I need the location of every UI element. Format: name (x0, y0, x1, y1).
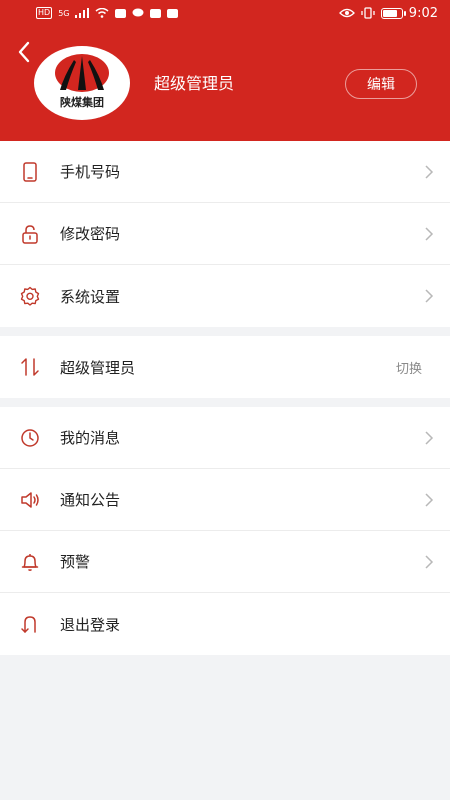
bell-icon (20, 552, 40, 572)
chevron-right-icon (425, 493, 434, 507)
chevron-right-icon (425, 289, 434, 303)
messages-group: 我的消息 通知公告 预警 退出登录 (0, 407, 450, 655)
phone-icon (20, 161, 40, 182)
edit-button[interactable]: 编辑 (345, 69, 417, 99)
change-password-label: 修改密码 (60, 225, 121, 243)
system-settings-item[interactable]: 系统设置 (0, 265, 450, 327)
my-messages-label: 我的消息 (60, 429, 121, 447)
warning-item[interactable]: 预警 (0, 531, 450, 593)
role-switch-item[interactable]: 超级管理员 切换 (0, 336, 450, 398)
wifi-icon (96, 8, 109, 18)
role-switch-group: 超级管理员 切换 (0, 336, 450, 398)
status-right: 9:02 (338, 5, 438, 21)
signal-icon (75, 8, 90, 18)
battery-icon (380, 7, 406, 19)
phone-number-label: 手机号码 (60, 163, 121, 181)
avatar-logo-text: 陕煤集团 (60, 96, 104, 109)
chevron-right-icon (425, 165, 434, 179)
speaker-icon (20, 490, 40, 510)
logout-item[interactable]: 退出登录 (0, 593, 450, 655)
network-badge: 5G (58, 8, 70, 18)
announcements-item[interactable]: 通知公告 (0, 469, 450, 531)
app-notification-icon (115, 8, 127, 18)
phone-number-item[interactable]: 手机号码 (0, 141, 450, 203)
chevron-right-icon (425, 555, 434, 569)
clock-icon (20, 428, 40, 448)
account-settings-group: 手机号码 修改密码 系统设置 (0, 141, 450, 327)
chevron-right-icon (425, 227, 434, 241)
chevron-right-icon (425, 431, 434, 445)
my-messages-item[interactable]: 我的消息 (0, 407, 450, 469)
change-password-item[interactable]: 修改密码 (0, 203, 450, 265)
switch-role-button[interactable]: 切换 (396, 358, 422, 377)
warning-label: 预警 (60, 553, 91, 571)
status-time: 9:02 (408, 5, 438, 21)
status-bar: HD 5G 9:02 (0, 0, 450, 26)
store-app-icon (167, 8, 179, 18)
announcements-label: 通知公告 (60, 491, 121, 509)
avatar[interactable]: 陕煤集团 (34, 46, 130, 120)
status-left: HD 5G (36, 7, 179, 19)
system-settings-label: 系统设置 (60, 287, 121, 306)
logout-icon (20, 614, 40, 634)
chat-icon (132, 8, 144, 17)
profile-header: HD 5G 9:02 陕煤集团 超级管理员 编辑 (0, 0, 450, 141)
video-app-icon (150, 8, 162, 18)
user-name: 超级管理员 (154, 74, 235, 93)
logout-label: 退出登录 (60, 615, 121, 634)
eye-icon (338, 8, 355, 18)
switch-arrows-icon (20, 357, 40, 377)
vibrate-icon (361, 7, 375, 19)
chevron-left-icon (18, 41, 30, 63)
hd-badge: HD (36, 7, 53, 19)
lock-icon (20, 224, 40, 244)
gear-icon (20, 286, 40, 306)
role-label: 超级管理员 (60, 358, 136, 377)
